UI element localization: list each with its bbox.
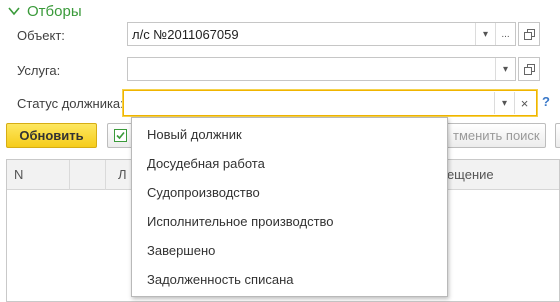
object-select-button[interactable]: ... [495,23,515,45]
chevron-down-icon: ▾ [501,97,508,109]
status-dropdown-button[interactable]: ▾ [494,92,514,114]
object-value: л/с №2011067059 [132,27,239,42]
column-separator [105,160,106,190]
status-dropdown-list: Новый должник Досудебная работа Судопрои… [131,117,448,297]
filters-group-header[interactable]: Отборы [7,1,82,21]
object-dropdown-button[interactable]: ▾ [475,23,495,45]
status-label: Статус должника: [17,96,124,111]
open-window-icon [523,28,535,40]
status-option-debt-written-off[interactable]: Задолженность списана [147,272,294,287]
status-clear-button[interactable]: × [514,92,534,114]
status-option-pretrial[interactable]: Досудебная работа [147,156,265,171]
select-button[interactable] [107,123,133,148]
chevron-down-icon: ▾ [502,63,509,75]
checkbox-icon [113,129,127,142]
chevron-down-icon: ▾ [482,28,489,40]
object-field[interactable]: л/с №2011067059 ▾ ... [127,22,516,46]
status-option-new-debtor[interactable]: Новый должник [147,127,242,142]
object-open-button[interactable] [518,22,540,46]
refresh-button-label: Обновить [19,128,84,143]
open-window-icon [523,63,535,75]
cancel-search-button[interactable]: тменить поиск [436,123,546,148]
cancel-search-label: тменить поиск [453,128,540,143]
status-option-completed[interactable]: Завершено [147,243,215,258]
help-icon[interactable]: ? [542,94,550,109]
status-option-litigation[interactable]: Судопроизводство [147,185,260,200]
chevron-down-icon [8,7,20,16]
status-field[interactable]: ▾ × [123,90,537,116]
clear-icon: × [520,95,529,111]
column-header-l[interactable]: Л [118,167,127,182]
column-separator [69,160,70,190]
status-option-enforcement[interactable]: Исполнительное производство [147,214,334,229]
refresh-button[interactable]: Обновить [6,123,97,148]
column-header-n[interactable]: N [14,167,23,182]
service-open-button[interactable] [518,57,540,81]
service-dropdown-button[interactable]: ▾ [495,58,515,80]
service-field[interactable]: ▾ [127,57,516,81]
more-actions-button[interactable] [555,123,560,148]
filters-group-title: Отборы [27,2,82,20]
service-label: Услуга: [17,63,61,78]
object-label: Объект: [17,28,65,43]
ellipsis-icon: ... [501,28,510,40]
